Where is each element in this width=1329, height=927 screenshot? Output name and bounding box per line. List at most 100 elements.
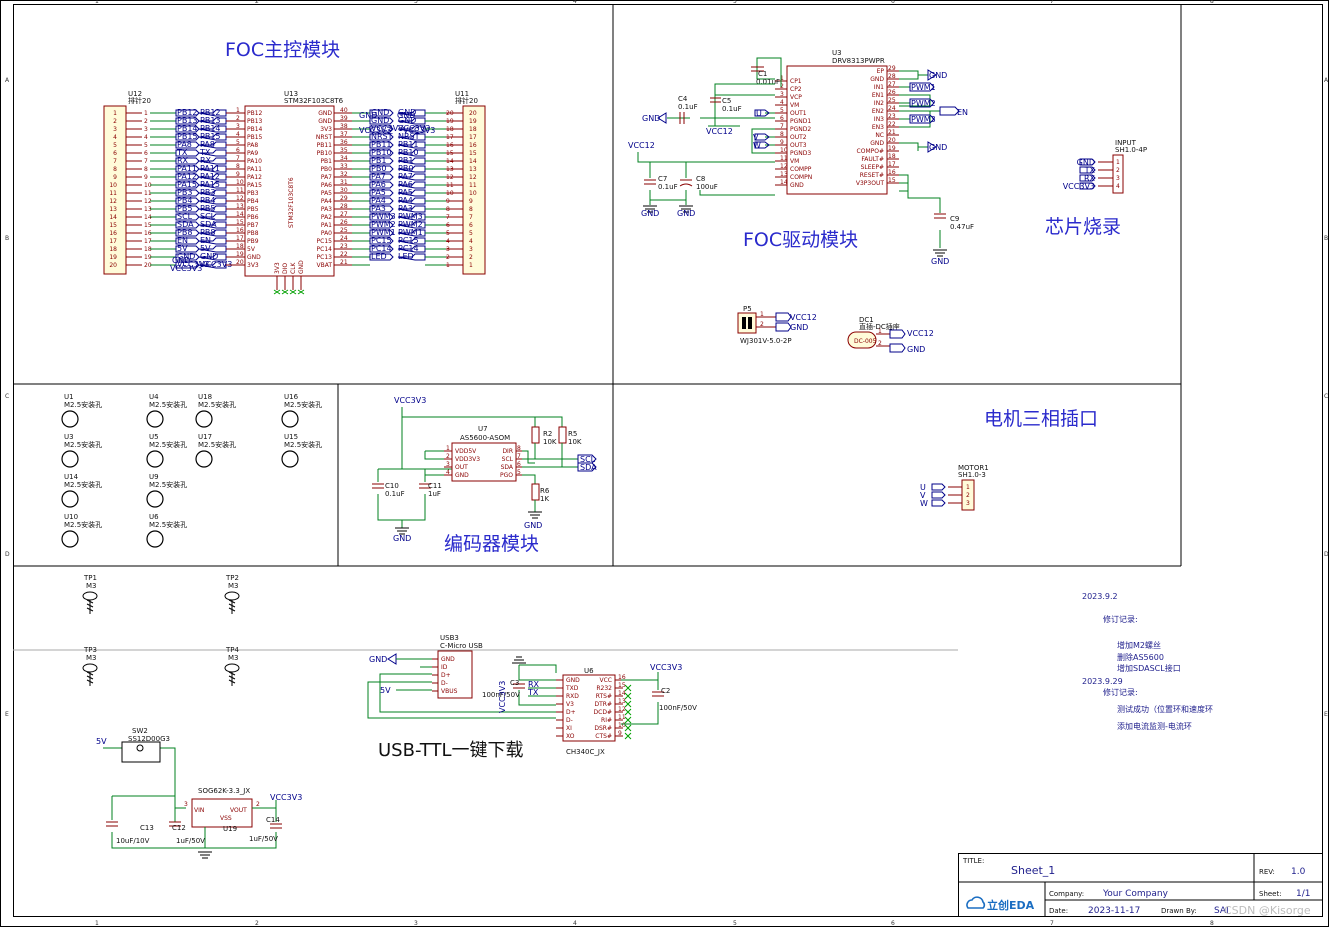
u11-pin-num: 12 <box>469 174 477 181</box>
u3-right-num: 18 <box>888 153 896 160</box>
c14-value: 1uF/50V <box>249 835 278 843</box>
u12-pin-num: 8 <box>113 166 117 173</box>
col-label-bottom: 3 <box>414 920 418 927</box>
u3-right-num: 21 <box>888 129 896 136</box>
u3-left-num: 14 <box>780 179 788 186</box>
u6-left-label: D+ <box>566 709 576 716</box>
u13-left-num: 16 <box>236 227 244 234</box>
u12-pin-num: 2 <box>113 118 117 125</box>
drawn-label: Drawn By: <box>1161 907 1197 915</box>
u13-right-label: PA0 <box>321 230 332 237</box>
sheet-value: 1/1 <box>1296 889 1310 899</box>
rev-date-1: 2023.9.2 <box>1082 592 1118 601</box>
u12-pin-num: 16 <box>109 230 117 237</box>
u3-left-label: PGND2 <box>790 126 811 133</box>
date-value: 2023-11-17 <box>1088 906 1140 916</box>
tp-value: M3 <box>228 582 239 590</box>
u3-left-label: OUT1 <box>790 110 807 117</box>
c3-ref: C3 <box>510 679 519 687</box>
col-label-top: 1 <box>95 0 99 5</box>
u13-right-num: 32 <box>340 171 348 178</box>
u12-pin-num: 20 <box>109 262 117 269</box>
u19-ref: U19 <box>223 825 237 833</box>
hole-value: M2.5安装孔 <box>198 440 236 449</box>
u12-pin-num-out: 5 <box>144 142 148 149</box>
c8-ref: C8 <box>696 175 705 183</box>
u11-pin-num: 18 <box>469 126 477 133</box>
c11-ref: C11 <box>428 482 442 490</box>
u7-value: AS5600-ASOM <box>460 434 510 442</box>
c9-gnd: GND <box>931 257 949 266</box>
c10-ref: C10 <box>385 482 399 490</box>
rev-item-2-1: 测试成功（位置环和速度环 <box>1117 704 1213 714</box>
u13-left-num: 14 <box>236 211 244 218</box>
u12-pin-num: 13 <box>109 206 117 213</box>
motor-pin-num: 2 <box>966 492 970 499</box>
col-label-top: 4 <box>573 0 577 5</box>
logo-text: 立创EDA <box>987 898 1035 912</box>
u3-right-num: 26 <box>888 89 896 96</box>
u11-pin-num: 6 <box>469 222 473 229</box>
u12-pin-num-out: 8 <box>144 166 148 173</box>
u12-value: 排针20 <box>128 96 151 105</box>
u12-pin-num: 15 <box>109 222 117 229</box>
hole-ref: U1 <box>64 393 74 401</box>
u11-pin-num: 1 <box>469 262 473 269</box>
debug-pin-label: DIO <box>282 263 289 274</box>
tp-value: M3 <box>86 654 97 662</box>
c8-value: 100uF <box>696 183 718 191</box>
u13-right-num: 29 <box>340 195 348 202</box>
u11-gnd-flag: GND <box>397 111 415 120</box>
u13-left-label: PB15 <box>247 134 263 141</box>
hole-ref: U16 <box>284 393 299 401</box>
u12-pin-num: 17 <box>109 238 117 245</box>
u7-right-label: DIR <box>502 448 513 455</box>
u3-left-label: OUT2 <box>790 134 807 141</box>
u7-right-label: SCL <box>502 456 514 463</box>
u3-right-num: 28 <box>888 73 896 80</box>
usb3-pin-label: D+ <box>441 672 451 679</box>
c2-value: 100nF/50V <box>659 704 697 712</box>
u13-left-label: 5V <box>247 246 256 253</box>
u11-pin-num: 13 <box>469 166 477 173</box>
u3-right-num: 16 <box>888 169 896 176</box>
u7-left-label: VDD3V3 <box>455 456 480 463</box>
u13-right-num: 38 <box>340 123 348 130</box>
u12-pin-num-out: 4 <box>144 134 148 141</box>
u7-right-num: 7 <box>517 453 521 460</box>
flash-pin-num: 4 <box>1116 183 1120 190</box>
u13-body-label: STM32F103C8T6 <box>288 177 295 228</box>
tp-ref: TP2 <box>225 574 239 582</box>
usb3-pin-label: D- <box>441 680 448 687</box>
usb-gnd: GND <box>369 655 387 664</box>
usb3-ref: USB3 <box>440 634 459 642</box>
screw-head <box>224 591 240 601</box>
u3-ref: U3 <box>832 49 842 57</box>
u13-left-num: 18 <box>236 243 244 250</box>
tp-value: M3 <box>86 582 97 590</box>
u13-left-label: PB5 <box>247 206 259 213</box>
u13-left-label: PB12 <box>247 110 263 117</box>
u3-right-num: 22 <box>888 121 896 128</box>
u13-right-num: 28 <box>340 203 348 210</box>
u6-right-num: 9 <box>618 730 622 737</box>
u12-pin-num-out: 6 <box>144 150 148 157</box>
col-label-bottom: 4 <box>573 920 577 927</box>
u3-right-label: V3P3OUT <box>856 180 884 187</box>
rev-item-1-1: 增加M2螺丝 <box>1117 640 1161 650</box>
u13-right-label: PA6 <box>321 182 332 189</box>
u6-right-label: RTS# <box>596 693 612 700</box>
flash-pin-num: 1 <box>1116 159 1120 166</box>
dc1-pin1: 1 <box>878 328 882 335</box>
u13-right-label: PA5 <box>321 190 332 197</box>
rev-item-1-3: 增加SDASCL接口 <box>1117 663 1181 673</box>
flash-title: 芯片烧录 <box>1045 216 1121 238</box>
u6-right-num: 11 <box>618 714 626 721</box>
u3-left-label: COMPN <box>790 174 812 181</box>
u3-left-num: 13 <box>780 171 788 178</box>
rev-header-1: 修订记录: <box>1103 614 1138 624</box>
p5-pin1: 1 <box>760 311 764 318</box>
c1-value: 0.01uF <box>756 78 780 86</box>
foc-drive-title: FOC驱动模块 <box>743 229 858 251</box>
u3-right-num: 17 <box>888 161 896 168</box>
